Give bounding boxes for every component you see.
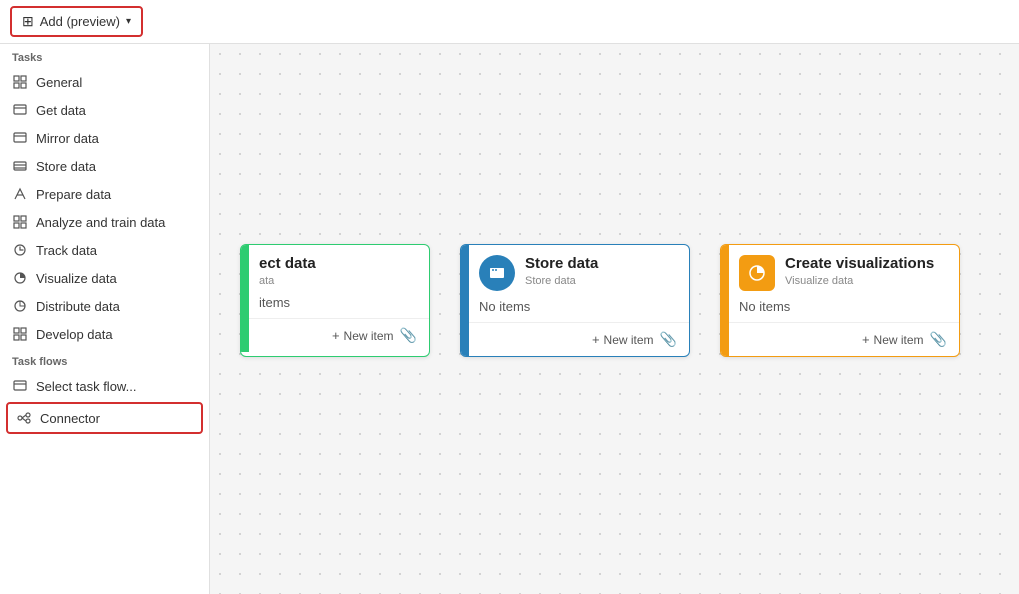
new-item-button-store[interactable]: + New item	[592, 332, 654, 347]
card-body-viz: No items	[729, 295, 959, 322]
connector-icon	[16, 410, 32, 426]
sidebar-item-label: Track data	[36, 243, 97, 258]
track-data-icon	[12, 242, 28, 258]
plus-icon: +	[332, 328, 340, 343]
plus-icon: +	[862, 332, 870, 347]
sidebar-item-label: Prepare data	[36, 187, 111, 202]
task-card-visualizations: Create visualizations Visualize data No …	[720, 244, 960, 357]
visualizations-card-icon	[739, 255, 775, 291]
visualize-data-icon	[12, 270, 28, 286]
card-body-store: No items	[469, 295, 689, 322]
card-title-viz: Create visualizations	[785, 255, 934, 273]
sidebar-item-label: Connector	[40, 411, 100, 426]
sidebar-item-get-data[interactable]: Get data	[0, 96, 209, 124]
card-subtitle-store: Store data	[525, 275, 598, 287]
sidebar-item-label: Mirror data	[36, 131, 99, 146]
general-icon	[12, 74, 28, 90]
attach-icon[interactable]: 📎	[400, 327, 417, 344]
sidebar-item-select-taskflow[interactable]: Select task flow...	[0, 372, 209, 400]
card-footer-collect: + New item 📎	[249, 318, 429, 352]
plus-icon: ⊞	[22, 13, 34, 30]
new-item-label: New item	[344, 329, 394, 343]
card-stripe-blue	[461, 245, 469, 356]
sidebar-menu: Tasks General Get data	[0, 44, 210, 594]
develop-data-icon	[12, 326, 28, 342]
card-footer-store: + New item 📎	[469, 322, 689, 356]
sidebar-item-label: Distribute data	[36, 299, 120, 314]
new-item-button-collect[interactable]: + New item	[332, 328, 394, 343]
card-subtitle-viz: Visualize data	[785, 275, 934, 287]
prepare-data-icon	[12, 186, 28, 202]
sidebar-item-visualize-data[interactable]: Visualize data	[0, 264, 209, 292]
task-cards-container: ect data ata items + New item 📎	[240, 244, 960, 357]
sidebar-item-label: Develop data	[36, 327, 113, 342]
new-item-button-viz[interactable]: + New item	[862, 332, 924, 347]
card-body-collect: items	[249, 291, 429, 318]
card-stripe-green	[241, 245, 249, 352]
taskflows-section-label: Task flows	[0, 348, 209, 372]
distribute-data-icon	[12, 298, 28, 314]
sidebar-item-mirror-data[interactable]: Mirror data	[0, 124, 209, 152]
attach-icon-viz[interactable]: 📎	[930, 331, 947, 348]
card-subtitle-collect: ata	[259, 275, 419, 287]
sidebar-item-connector[interactable]: Connector	[6, 402, 203, 434]
sidebar-item-prepare-data[interactable]: Prepare data	[0, 180, 209, 208]
card-title-store: Store data	[525, 255, 598, 273]
sidebar-item-label: Get data	[36, 103, 86, 118]
task-card-collect-data: ect data ata items + New item 📎	[240, 244, 430, 357]
card-footer-viz: + New item 📎	[729, 322, 959, 356]
get-data-icon	[12, 102, 28, 118]
sidebar-item-track-data[interactable]: Track data	[0, 236, 209, 264]
sidebar-item-label: General	[36, 75, 82, 90]
sidebar-item-label: Visualize data	[36, 271, 117, 286]
mirror-data-icon	[12, 130, 28, 146]
add-button-label: Add (preview)	[40, 14, 120, 29]
sidebar-item-general[interactable]: General	[0, 68, 209, 96]
sidebar-item-analyze-train[interactable]: Analyze and train data	[0, 208, 209, 236]
sidebar-item-develop-data[interactable]: Develop data	[0, 320, 209, 348]
chevron-down-icon: ▾	[126, 16, 131, 27]
store-data-icon	[12, 158, 28, 174]
sidebar-item-store-data[interactable]: Store data	[0, 152, 209, 180]
sidebar-item-label: Store data	[36, 159, 96, 174]
card-stripe-orange	[721, 245, 729, 356]
sidebar-item-label: Select task flow...	[36, 379, 136, 394]
analyze-train-icon	[12, 214, 28, 230]
select-taskflow-icon	[12, 378, 28, 394]
task-card-store-data: Store data Store data No items + New ite…	[460, 244, 690, 357]
main-content: Tasks General Get data	[0, 44, 1019, 594]
canvas-area: ect data ata items + New item 📎	[210, 44, 1019, 594]
card-title-collect: ect data	[259, 255, 419, 273]
new-item-label: New item	[874, 333, 924, 347]
new-item-label: New item	[604, 333, 654, 347]
plus-icon: +	[592, 332, 600, 347]
tasks-section-label: Tasks	[0, 44, 209, 68]
sidebar-item-distribute-data[interactable]: Distribute data	[0, 292, 209, 320]
add-preview-button[interactable]: ⊞ Add (preview) ▾	[10, 6, 143, 37]
attach-icon-store[interactable]: 📎	[660, 331, 677, 348]
top-bar: ⊞ Add (preview) ▾	[0, 0, 1019, 44]
sidebar-item-label: Analyze and train data	[36, 215, 165, 230]
store-data-card-icon	[479, 255, 515, 291]
